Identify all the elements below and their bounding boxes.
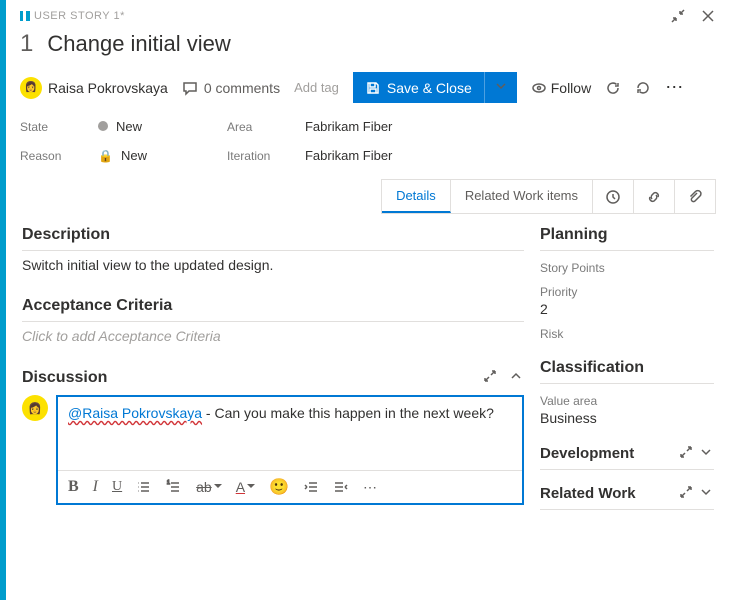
bold-button[interactable]: B [68,478,79,496]
development-heading: Development [540,445,634,462]
toolbar-more-icon[interactable]: ⋯ [363,479,377,496]
follow-button[interactable]: Follow [531,80,591,96]
italic-button[interactable]: I [93,478,98,496]
planning-heading: Planning [540,226,714,251]
work-item-id: 1 [20,30,33,58]
discussion-input[interactable]: @Raisa Pokrovskaya - Can you make this h… [58,397,522,470]
development-chevron-icon[interactable] [698,444,714,460]
assignee-picker[interactable]: 👩 Raisa Pokrovskaya [20,77,168,99]
value-area-value[interactable]: Business [540,410,714,426]
font-color-button[interactable]: A [236,479,255,495]
svg-text:1: 1 [167,480,170,486]
value-area-label: Value area [540,394,714,408]
undo-icon[interactable] [635,80,651,96]
collapse-chevron-icon[interactable] [508,368,524,384]
comments-link[interactable]: 0 comments [182,80,280,96]
number-list-button[interactable]: 1 [166,479,182,495]
classification-heading: Classification [540,359,714,384]
tab-links-icon[interactable] [634,180,675,213]
iteration-label: Iteration [227,149,277,163]
avatar: 👩 [20,77,42,99]
area-label: Area [227,120,277,134]
development-expand-icon[interactable] [678,444,694,460]
related-expand-icon[interactable] [678,484,694,500]
comments-count: 0 comments [204,80,280,96]
shrink-icon[interactable] [670,8,686,24]
eye-icon [531,80,547,96]
priority-label: Priority [540,285,714,299]
description-heading: Description [22,226,524,251]
underline-button[interactable]: U [112,479,122,495]
chevron-down-icon [493,78,509,94]
add-tag-button[interactable]: Add tag [294,80,339,95]
acceptance-placeholder[interactable]: Click to add Acceptance Criteria [22,328,524,344]
outdent-button[interactable] [303,479,319,495]
discussion-heading: Discussion [22,369,107,387]
save-dropdown-button[interactable] [484,72,517,103]
expand-icon[interactable] [482,368,498,384]
area-value[interactable]: Fabrikam Fiber [305,119,392,134]
refresh-icon[interactable] [605,80,621,96]
state-value[interactable]: New [98,119,142,134]
reason-value[interactable]: 🔒New [98,148,147,163]
acceptance-heading: Acceptance Criteria [22,297,524,322]
iteration-value[interactable]: Fabrikam Fiber [305,148,392,163]
emoji-button[interactable]: 🙂 [269,477,289,497]
rich-text-toolbar: B I U 1 ab A 🙂 ⋯ [58,470,522,503]
tab-attachments-icon[interactable] [675,180,715,213]
priority-value[interactable]: 2 [540,301,714,317]
close-icon[interactable] [700,8,716,24]
assignee-name: Raisa Pokrovskaya [48,80,168,96]
save-close-button[interactable]: Save & Close [353,72,484,103]
state-dot-icon [98,121,108,131]
discussion-editor[interactable]: @Raisa Pokrovskaya - Can you make this h… [56,395,524,505]
related-work-heading: Related Work [540,485,636,502]
tab-history-icon[interactable] [593,180,634,213]
description-body[interactable]: Switch initial view to the updated desig… [22,257,524,273]
work-item-type-icon [20,11,30,21]
save-icon [365,80,381,96]
reason-label: Reason [20,149,70,163]
more-actions-icon[interactable]: ⋯ [665,77,684,98]
indent-button[interactable] [333,479,349,495]
lock-icon: 🔒 [98,149,113,163]
tab-details[interactable]: Details [382,180,451,213]
discussion-avatar: 👩 [22,395,48,421]
story-points-label[interactable]: Story Points [540,261,714,275]
tab-bar: Details Related Work items [381,179,716,214]
mention[interactable]: @Raisa Pokrovskaya [68,405,202,421]
work-item-type-label: USER STORY 1* [34,10,125,22]
related-chevron-icon[interactable] [698,484,714,500]
highlight-button[interactable]: ab [196,479,222,495]
bullet-list-button[interactable] [136,479,152,495]
work-item-title[interactable]: Change initial view [47,31,230,57]
comment-icon [182,80,198,96]
state-label: State [20,120,70,134]
risk-label[interactable]: Risk [540,327,714,341]
discussion-text: - Can you make this happen in the next w… [202,405,494,421]
tab-related-work-items[interactable]: Related Work items [451,180,593,213]
